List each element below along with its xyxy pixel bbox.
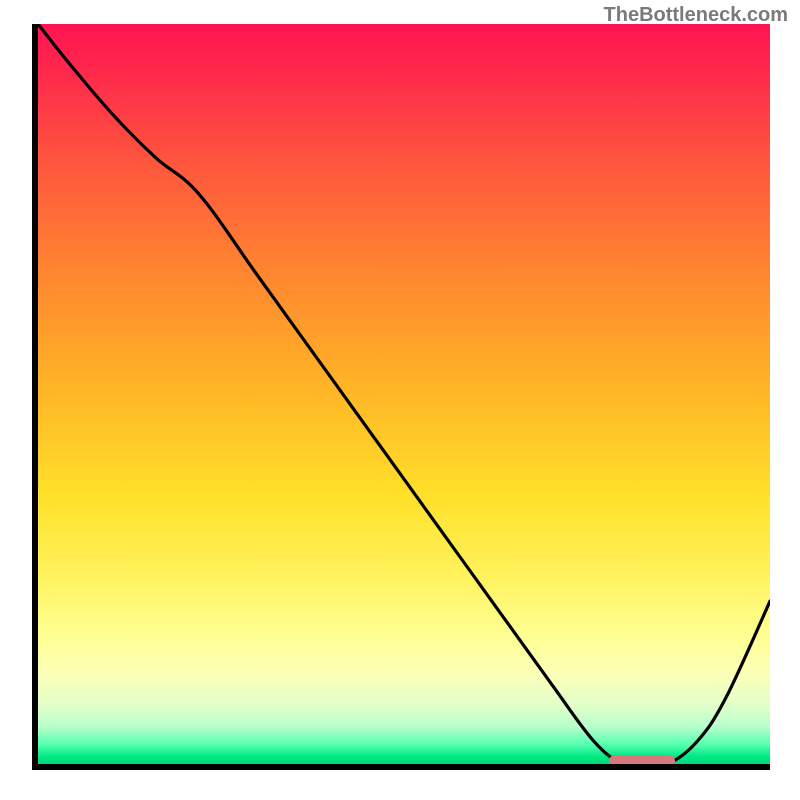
bottleneck-chart: TheBottleneck.com	[0, 0, 800, 800]
watermark-text: TheBottleneck.com	[604, 4, 788, 27]
optimal-range-marker	[609, 755, 675, 764]
x-axis	[32, 764, 770, 770]
plot-area	[38, 24, 770, 764]
bottleneck-curve	[38, 24, 770, 764]
curve-layer	[38, 24, 770, 764]
